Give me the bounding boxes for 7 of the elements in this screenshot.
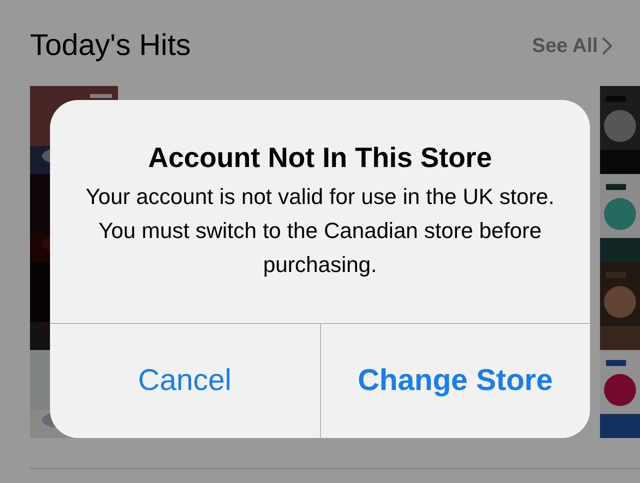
chevron-right-icon <box>602 37 612 55</box>
cancel-button[interactable]: Cancel <box>50 324 320 438</box>
section-title: Today's Hits <box>30 29 191 63</box>
see-all-link[interactable]: See All <box>532 34 612 58</box>
confirm-button[interactable]: Change Store <box>320 324 590 438</box>
alert-title: Account Not In This Store <box>148 142 492 174</box>
alert-message: Your account is not valid for use in the UK store. You must switch to the Canadian store before purchasing. <box>85 183 555 279</box>
